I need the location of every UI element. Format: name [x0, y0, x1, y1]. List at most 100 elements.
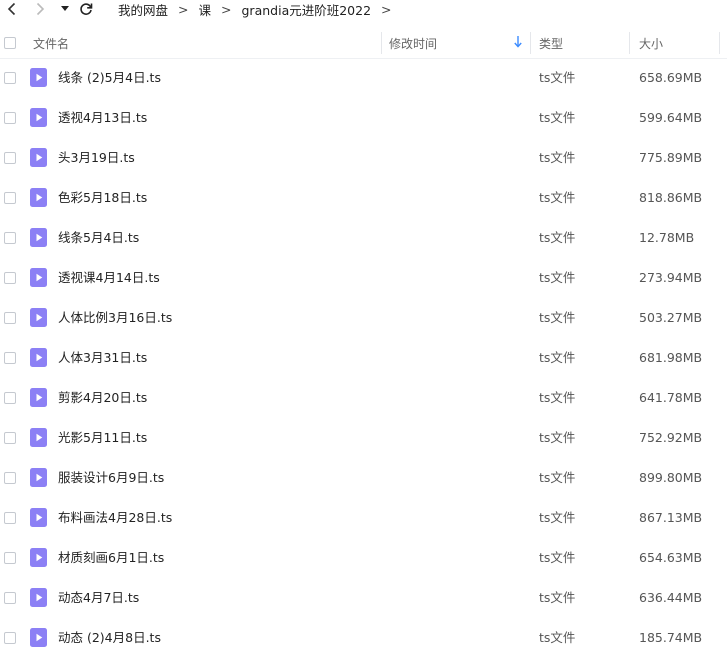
- history-dropdown-button[interactable]: [58, 0, 72, 18]
- breadcrumb-separator[interactable]: >: [381, 2, 391, 17]
- file-row[interactable]: 动态 (2)4月8日.ts ts文件 185.74MB: [0, 618, 727, 658]
- video-file-icon: [30, 588, 47, 607]
- sort-descending-icon[interactable]: [514, 36, 522, 48]
- column-header-modified[interactable]: 修改时间: [389, 28, 437, 58]
- file-row[interactable]: 动态4月7日.ts ts文件 636.44MB: [0, 578, 727, 618]
- row-checkbox[interactable]: [4, 472, 16, 484]
- file-size: 185.74MB: [639, 630, 703, 645]
- file-size: 503.27MB: [639, 310, 703, 325]
- file-name[interactable]: 服装设计6月9日.ts: [58, 458, 164, 498]
- file-type: ts文件: [539, 470, 576, 485]
- row-checkbox[interactable]: [4, 552, 16, 564]
- file-row[interactable]: 服装设计6月9日.ts ts文件 899.80MB: [0, 458, 727, 498]
- file-size: 899.80MB: [639, 470, 703, 485]
- file-row[interactable]: 色彩5月18日.ts ts文件 818.86MB: [0, 178, 727, 218]
- row-checkbox[interactable]: [4, 112, 16, 124]
- file-size: 818.86MB: [639, 190, 703, 205]
- row-checkbox[interactable]: [4, 192, 16, 204]
- column-divider[interactable]: [530, 32, 531, 54]
- chevron-left-icon: [7, 2, 16, 16]
- file-row[interactable]: 剪影4月20日.ts ts文件 641.78MB: [0, 378, 727, 418]
- video-file-icon: [30, 428, 47, 447]
- column-header-name[interactable]: 文件名: [33, 28, 69, 58]
- row-checkbox[interactable]: [4, 232, 16, 244]
- file-row[interactable]: 线条5月4日.ts ts文件 12.78MB: [0, 218, 727, 258]
- video-file-icon: [30, 308, 47, 327]
- file-name[interactable]: 线条 (2)5月4日.ts: [58, 58, 161, 98]
- file-name[interactable]: 光影5月11日.ts: [58, 418, 147, 458]
- file-row[interactable]: 透视课4月14日.ts ts文件 273.94MB: [0, 258, 727, 298]
- file-list-header: 文件名 修改时间 类型 大小: [0, 28, 727, 59]
- row-checkbox[interactable]: [4, 432, 16, 444]
- file-name[interactable]: 人体比例3月16日.ts: [58, 298, 172, 338]
- file-name[interactable]: 动态4月7日.ts: [58, 578, 139, 618]
- breadcrumb-item-course[interactable]: 课: [199, 0, 212, 19]
- file-size: 658.69MB: [639, 70, 703, 85]
- file-type: ts文件: [539, 510, 576, 525]
- row-checkbox[interactable]: [4, 392, 16, 404]
- column-header-type[interactable]: 类型: [539, 28, 563, 58]
- file-type: ts文件: [539, 110, 576, 125]
- file-list: 线条 (2)5月4日.ts ts文件 658.69MB 透视4月13日.ts t…: [0, 58, 727, 658]
- video-file-icon: [30, 228, 47, 247]
- file-size: 775.89MB: [639, 150, 703, 165]
- back-button[interactable]: [2, 0, 22, 18]
- file-size: 654.63MB: [639, 550, 703, 565]
- select-all-checkbox[interactable]: [4, 37, 16, 49]
- video-file-icon: [30, 468, 47, 487]
- file-name[interactable]: 布料画法4月28日.ts: [58, 498, 172, 538]
- video-file-icon: [30, 268, 47, 287]
- column-header-size[interactable]: 大小: [639, 28, 663, 58]
- file-name[interactable]: 透视课4月14日.ts: [58, 258, 160, 298]
- file-name[interactable]: 线条5月4日.ts: [58, 218, 139, 258]
- file-size: 752.92MB: [639, 430, 703, 445]
- video-file-icon: [30, 548, 47, 567]
- file-type: ts文件: [539, 150, 576, 165]
- row-checkbox[interactable]: [4, 352, 16, 364]
- row-checkbox[interactable]: [4, 632, 16, 644]
- file-name[interactable]: 透视4月13日.ts: [58, 98, 147, 138]
- file-name[interactable]: 人体3月31日.ts: [58, 338, 147, 378]
- caret-down-icon: [61, 6, 69, 11]
- file-row[interactable]: 人体3月31日.ts ts文件 681.98MB: [0, 338, 727, 378]
- file-size: 867.13MB: [639, 510, 703, 525]
- row-checkbox[interactable]: [4, 272, 16, 284]
- row-checkbox[interactable]: [4, 152, 16, 164]
- file-name[interactable]: 色彩5月18日.ts: [58, 178, 147, 218]
- file-type: ts文件: [539, 190, 576, 205]
- video-file-icon: [30, 628, 47, 647]
- column-divider[interactable]: [381, 32, 382, 54]
- breadcrumb-item-current[interactable]: grandia元进阶班2022: [242, 0, 372, 19]
- file-type: ts文件: [539, 590, 576, 605]
- row-checkbox[interactable]: [4, 592, 16, 604]
- file-row[interactable]: 布料画法4月28日.ts ts文件 867.13MB: [0, 498, 727, 538]
- file-name[interactable]: 动态 (2)4月8日.ts: [58, 618, 161, 658]
- column-divider[interactable]: [719, 32, 720, 54]
- file-type: ts文件: [539, 430, 576, 445]
- file-type: ts文件: [539, 230, 576, 245]
- file-row[interactable]: 人体比例3月16日.ts ts文件 503.27MB: [0, 298, 727, 338]
- video-file-icon: [30, 188, 47, 207]
- file-row[interactable]: 材质刻画6月1日.ts ts文件 654.63MB: [0, 538, 727, 578]
- breadcrumb-item-root[interactable]: 我的网盘: [118, 0, 168, 19]
- file-name[interactable]: 头3月19日.ts: [58, 138, 135, 178]
- row-checkbox[interactable]: [4, 72, 16, 84]
- file-row[interactable]: 透视4月13日.ts ts文件 599.64MB: [0, 98, 727, 138]
- row-checkbox[interactable]: [4, 512, 16, 524]
- file-row[interactable]: 光影5月11日.ts ts文件 752.92MB: [0, 418, 727, 458]
- forward-button[interactable]: [30, 0, 50, 18]
- file-size: 599.64MB: [639, 110, 703, 125]
- breadcrumb: 我的网盘 > 课 > grandia元进阶班2022 >: [118, 0, 392, 18]
- file-name[interactable]: 剪影4月20日.ts: [58, 378, 147, 418]
- file-size: 273.94MB: [639, 270, 703, 285]
- column-divider[interactable]: [629, 32, 630, 54]
- row-checkbox[interactable]: [4, 312, 16, 324]
- file-row[interactable]: 线条 (2)5月4日.ts ts文件 658.69MB: [0, 58, 727, 98]
- chevron-right-icon: [36, 2, 45, 16]
- file-size: 12.78MB: [639, 230, 695, 245]
- file-row[interactable]: 头3月19日.ts ts文件 775.89MB: [0, 138, 727, 178]
- refresh-button[interactable]: [76, 0, 96, 18]
- file-type: ts文件: [539, 630, 576, 645]
- file-type: ts文件: [539, 70, 576, 85]
- file-name[interactable]: 材质刻画6月1日.ts: [58, 538, 164, 578]
